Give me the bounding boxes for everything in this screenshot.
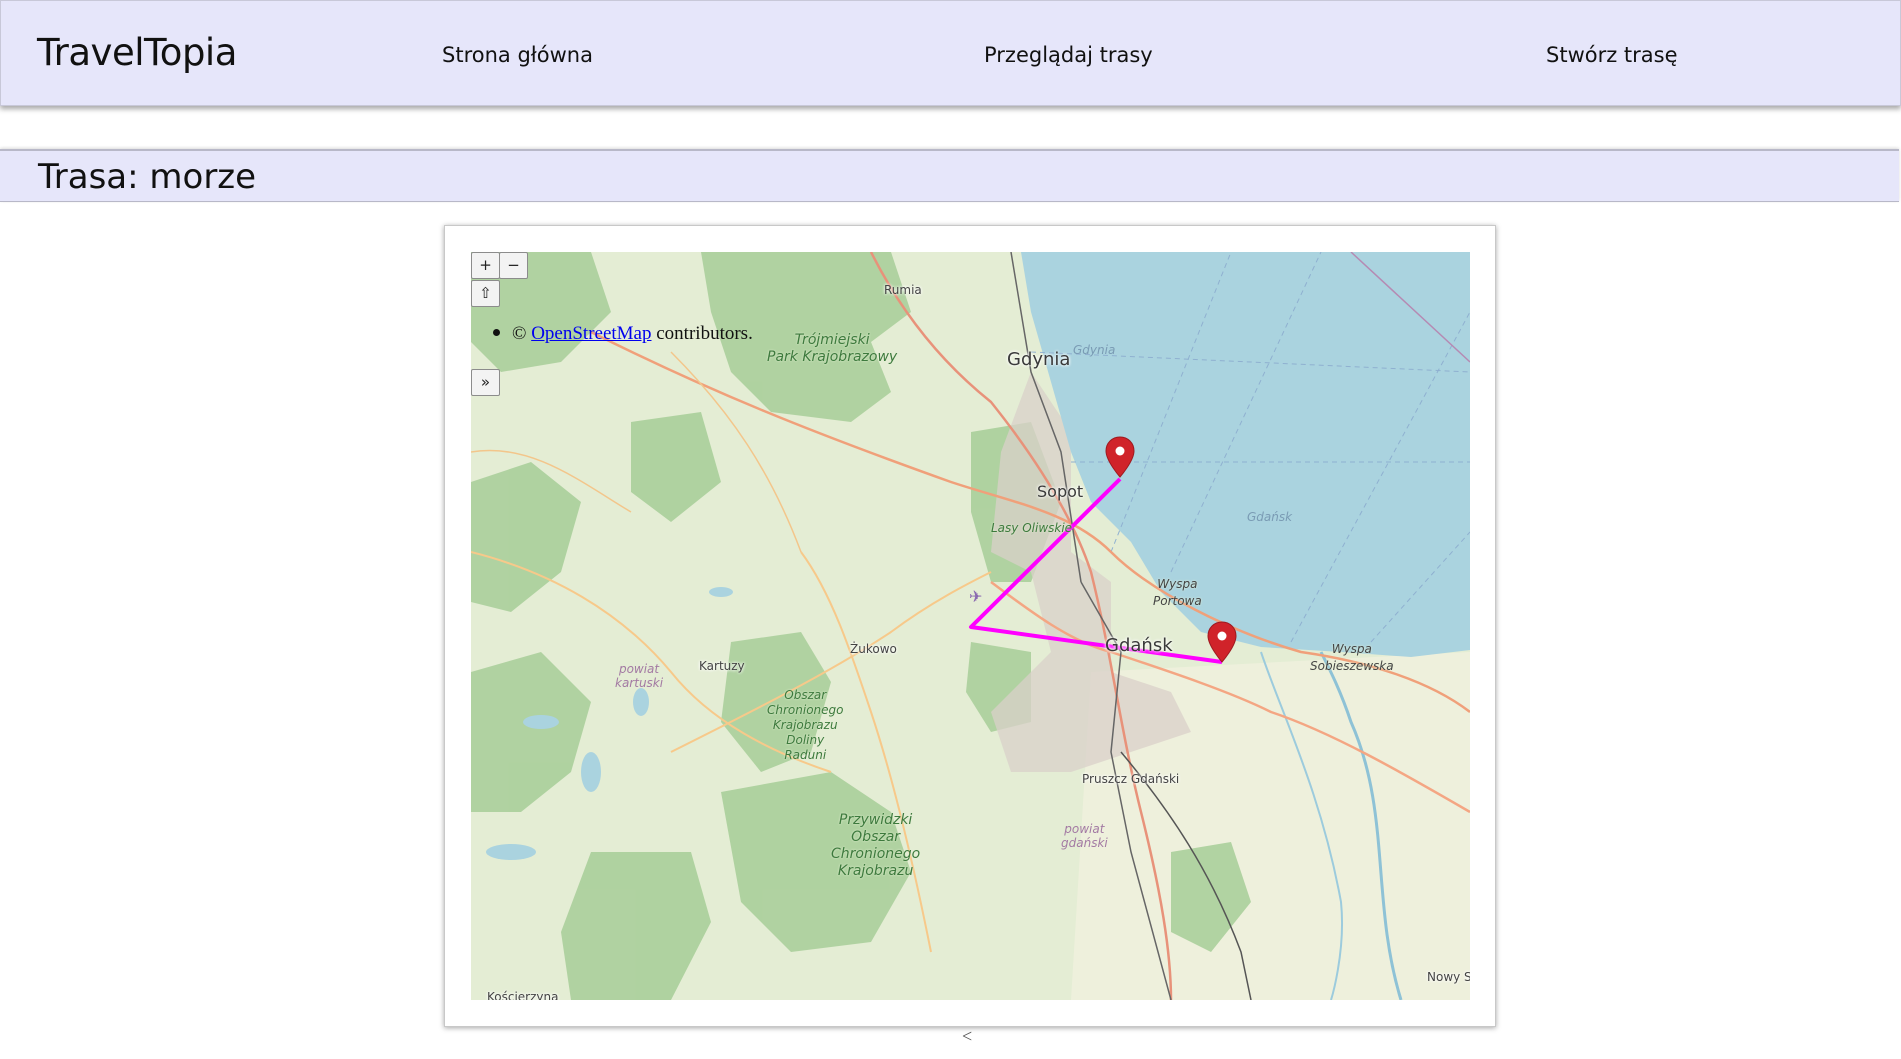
attribution-bullet: [493, 329, 500, 337]
label-wyspa-portowa: Wyspa Portowa: [1153, 577, 1202, 608]
label-obszar-doliny-raduni: Obszar Chronionego Krajobrazu Doliny Rad…: [767, 688, 844, 762]
attribution-suffix: contributors.: [656, 323, 753, 344]
map-panel: ✈ Rumia Gdynia Gdynia Sopot Lasy Oliwski…: [444, 225, 1496, 1027]
label-powiat-gdanski: powiat gdański: [1061, 822, 1108, 850]
route-start-marker-icon[interactable]: [1105, 436, 1135, 478]
top-navigation-bar: TravelTopia Strona główna Przeglądaj tra…: [0, 0, 1901, 106]
label-gdynia-sea: Gdynia: [1073, 343, 1116, 357]
map-tiles: ✈: [471, 252, 1470, 1000]
page-title: Trasa: morze: [38, 157, 257, 197]
label-rumia: Rumia: [884, 283, 922, 297]
label-kartuzy: Kartuzy: [699, 659, 745, 673]
label-wyspa-sobieszewska: Wyspa Sobieszewska: [1310, 642, 1394, 673]
route-title-bar: Trasa: morze: [0, 149, 1899, 202]
label-gdynia: Gdynia: [1007, 349, 1071, 370]
label-pruszcz-gdanski: Pruszcz Gdański: [1082, 772, 1180, 786]
reset-rotation-button[interactable]: ⇧: [471, 280, 500, 307]
previous-page-button[interactable]: <: [962, 1026, 972, 1047]
label-gdansk: Gdańsk: [1105, 635, 1173, 656]
attribution-toggle-button[interactable]: »: [471, 369, 500, 396]
openstreetmap-link[interactable]: OpenStreetMap: [531, 323, 651, 344]
label-sopot: Sopot: [1037, 482, 1084, 501]
label-koscierzyna: Kościerzyna: [487, 990, 559, 1000]
nav-browse-routes-link[interactable]: Przeglądaj trasy: [984, 43, 1153, 67]
attribution-prefix: ©: [512, 323, 527, 344]
label-przywidzki-obszar: Przywidzki Obszar Chronionego Krajobrazu: [831, 812, 921, 879]
label-powiat-kartuski: powiat kartuski: [615, 662, 664, 690]
route-end-marker-icon[interactable]: [1207, 621, 1237, 663]
zoom-out-button[interactable]: −: [499, 252, 528, 279]
brand-logo[interactable]: TravelTopia: [37, 31, 237, 74]
zoom-in-button[interactable]: +: [471, 252, 500, 279]
label-nowy: Nowy S: [1427, 970, 1470, 984]
map-attribution: © OpenStreetMap contributors.: [493, 323, 753, 345]
nav-create-route-link[interactable]: Stwórz trasę: [1546, 43, 1678, 67]
nav-home-link[interactable]: Strona główna: [442, 43, 593, 67]
label-zukowo: Żukowo: [850, 642, 897, 656]
route-map[interactable]: ✈ Rumia Gdynia Gdynia Sopot Lasy Oliwski…: [471, 252, 1470, 1000]
label-trojmiejski-park: Trójmiejski Park Krajobrazowy: [767, 332, 898, 365]
svg-text:✈: ✈: [969, 587, 982, 606]
label-lasy-oliwskie: Lasy Oliwskie: [991, 521, 1073, 535]
label-gdansk-sea: Gdańsk: [1247, 510, 1293, 524]
